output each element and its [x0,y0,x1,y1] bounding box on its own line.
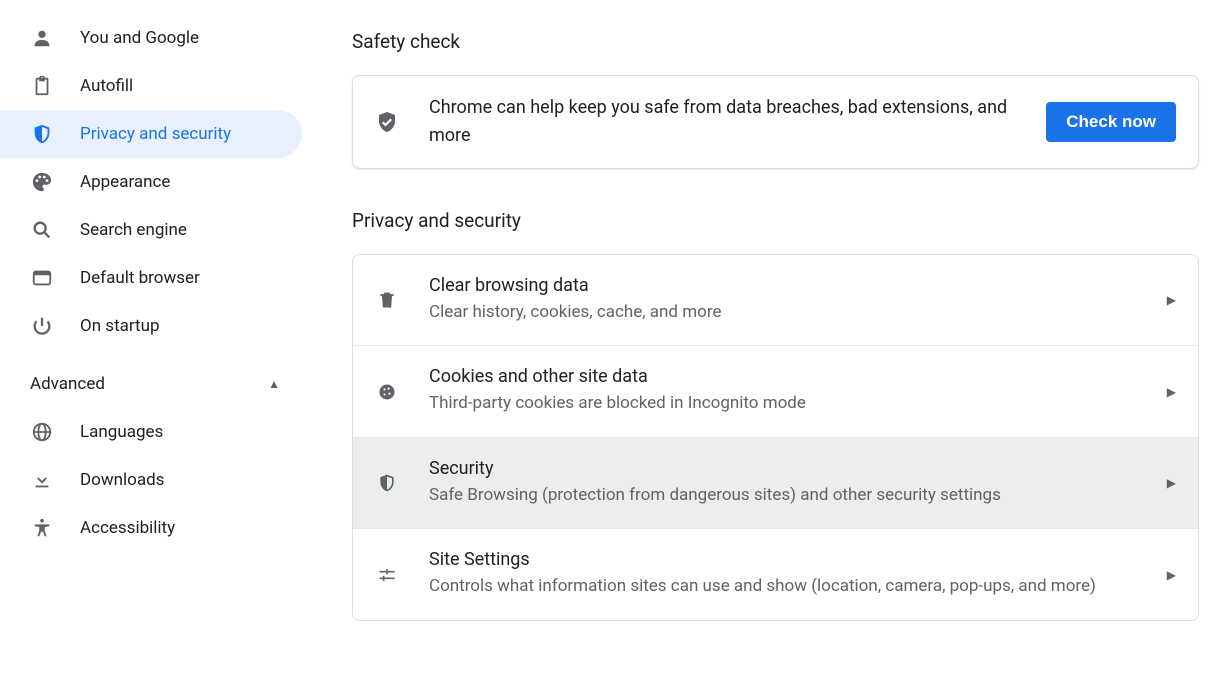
sidebar-advanced-toggle[interactable]: Advanced ▲ [0,360,310,408]
chevron-up-icon: ▲ [268,377,280,391]
search-icon [30,218,54,242]
row-cookies[interactable]: Cookies and other site data Third-party … [353,346,1198,438]
row-title: Site Settings [429,549,1155,570]
sidebar-item-label: Appearance [80,172,170,192]
row-title: Clear browsing data [429,275,1155,296]
cookie-icon [375,380,399,404]
sidebar-item-accessibility[interactable]: Accessibility [0,504,302,552]
sidebar-item-default-browser[interactable]: Default browser [0,254,302,302]
safety-check-card: Chrome can help keep you safe from data … [352,75,1199,169]
settings-sidebar: You and Google Autofill Privacy and secu… [0,0,310,676]
sidebar-item-label: Downloads [80,470,164,490]
settings-main: Safety check Chrome can help keep you sa… [310,0,1211,676]
sidebar-item-label: On startup [80,316,160,336]
power-icon [30,314,54,338]
row-security[interactable]: Security Safe Browsing (protection from … [353,438,1198,530]
row-subtitle: Safe Browsing (protection from dangerous… [429,483,1155,509]
shield-icon [375,471,399,495]
check-now-button[interactable]: Check now [1046,102,1176,142]
sidebar-item-languages[interactable]: Languages [0,408,302,456]
shield-check-icon [375,110,399,134]
row-subtitle: Controls what information sites can use … [429,574,1155,600]
sidebar-item-label: Privacy and security [80,124,231,144]
sidebar-item-label: Accessibility [80,518,175,538]
sidebar-item-label: You and Google [80,28,199,48]
row-title: Security [429,458,1155,479]
palette-icon [30,170,54,194]
trash-icon [375,288,399,312]
safety-check-description: Chrome can help keep you safe from data … [429,94,1042,150]
download-icon [30,468,54,492]
sidebar-item-on-startup[interactable]: On startup [0,302,302,350]
safety-check-title: Safety check [352,30,1199,53]
clipboard-icon [30,74,54,98]
row-site-settings[interactable]: Site Settings Controls what information … [353,529,1198,620]
sidebar-item-you-google[interactable]: You and Google [0,14,302,62]
sidebar-item-label: Languages [80,422,163,442]
privacy-security-list: Clear browsing data Clear history, cooki… [352,254,1199,621]
browser-icon [30,266,54,290]
sidebar-item-downloads[interactable]: Downloads [0,456,302,504]
person-icon [30,26,54,50]
globe-icon [30,420,54,444]
sidebar-item-appearance[interactable]: Appearance [0,158,302,206]
sidebar-item-search-engine[interactable]: Search engine [0,206,302,254]
sidebar-item-privacy-security[interactable]: Privacy and security [0,110,302,158]
chevron-right-icon: ▶ [1167,385,1176,399]
sidebar-item-label: Default browser [80,268,200,288]
row-subtitle: Third-party cookies are blocked in Incog… [429,391,1155,417]
sidebar-item-autofill[interactable]: Autofill [0,62,302,110]
advanced-label: Advanced [30,374,105,394]
sidebar-item-label: Search engine [80,220,187,240]
accessibility-icon [30,516,54,540]
shield-icon [30,122,54,146]
chevron-right-icon: ▶ [1167,476,1176,490]
tune-icon [375,563,399,587]
row-subtitle: Clear history, cookies, cache, and more [429,300,1155,326]
chevron-right-icon: ▶ [1167,568,1176,582]
privacy-security-title: Privacy and security [352,209,1199,232]
row-title: Cookies and other site data [429,366,1155,387]
row-clear-browsing-data[interactable]: Clear browsing data Clear history, cooki… [353,255,1198,347]
chevron-right-icon: ▶ [1167,293,1176,307]
sidebar-item-label: Autofill [80,76,133,96]
